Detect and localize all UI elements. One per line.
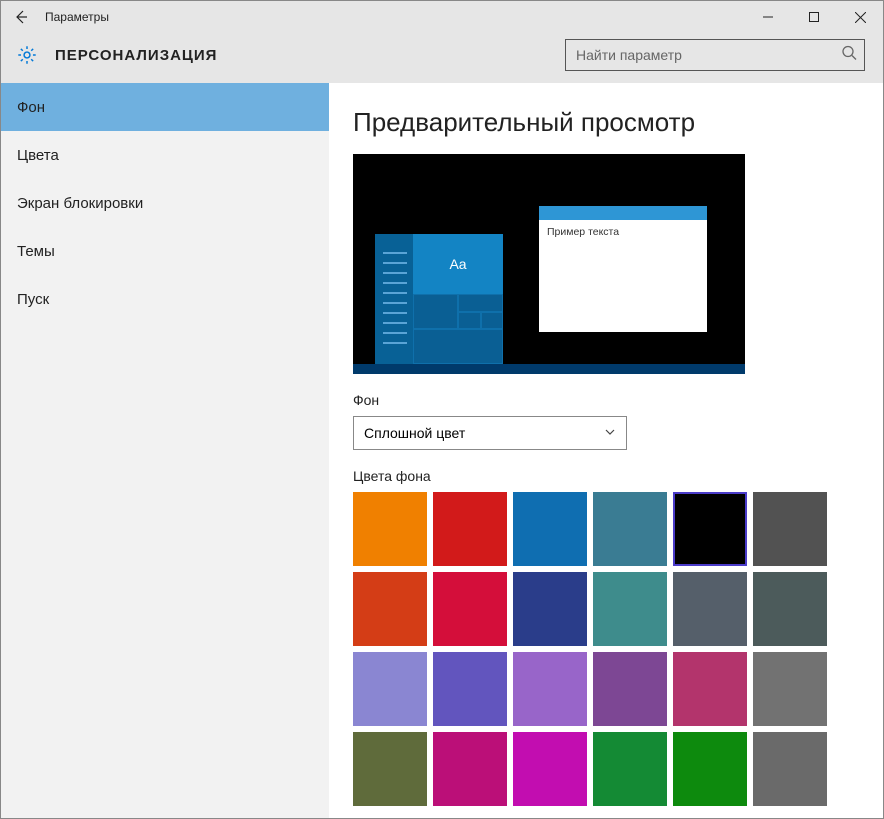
titlebar: Параметры [1,1,883,33]
color-swatch-17[interactable] [753,652,827,726]
back-button[interactable] [11,7,31,27]
sidebar-item-2[interactable]: Экран блокировки [1,179,329,227]
color-swatch-19[interactable] [433,732,507,806]
color-swatch-16[interactable] [673,652,747,726]
header: ПЕРСОНАЛИЗАЦИЯ [1,33,883,83]
color-grid [353,492,865,806]
minimize-button[interactable] [745,1,791,33]
color-swatch-14[interactable] [513,652,587,726]
page-title: ПЕРСОНАЛИЗАЦИЯ [55,47,217,64]
background-dropdown-value: Сплошной цвет [364,425,465,441]
gear-icon [15,43,39,67]
color-swatch-7[interactable] [433,572,507,646]
sidebar: ФонЦветаЭкран блокировкиТемыПуск [1,83,329,818]
colors-label: Цвета фона [353,468,865,484]
sidebar-item-3[interactable]: Темы [1,227,329,275]
sidebar-item-4[interactable]: Пуск [1,275,329,323]
preview-heading: Предварительный просмотр [353,107,865,138]
color-swatch-6[interactable] [353,572,427,646]
background-dropdown[interactable]: Сплошной цвет [353,416,627,450]
color-swatch-8[interactable] [513,572,587,646]
color-swatch-11[interactable] [753,572,827,646]
content-area: Предварительный просмотр Aa Пример текст… [329,83,883,818]
chevron-down-icon [604,425,616,441]
sidebar-item-1[interactable]: Цвета [1,131,329,179]
color-swatch-18[interactable] [353,732,427,806]
preview-tile-aa: Aa [413,234,503,294]
color-swatch-5[interactable] [753,492,827,566]
preview-sample-window: Пример текста [539,206,707,332]
color-swatch-13[interactable] [433,652,507,726]
color-swatch-4[interactable] [673,492,747,566]
search-input[interactable] [565,39,865,71]
color-swatch-20[interactable] [513,732,587,806]
color-swatch-23[interactable] [753,732,827,806]
color-swatch-21[interactable] [593,732,667,806]
color-swatch-0[interactable] [353,492,427,566]
color-swatch-15[interactable] [593,652,667,726]
color-swatch-22[interactable] [673,732,747,806]
color-swatch-12[interactable] [353,652,427,726]
color-swatch-1[interactable] [433,492,507,566]
background-label: Фон [353,392,865,408]
desktop-preview: Aa Пример текста [353,154,745,374]
window-title: Параметры [45,10,109,24]
close-button[interactable] [837,1,883,33]
color-swatch-2[interactable] [513,492,587,566]
preview-sample-text: Пример текста [539,220,707,244]
maximize-button[interactable] [791,1,837,33]
settings-window: Параметры ПЕРСОНАЛИЗАЦИЯ [0,0,884,819]
search-icon [841,45,857,66]
color-swatch-3[interactable] [593,492,667,566]
color-swatch-10[interactable] [673,572,747,646]
sidebar-item-0[interactable]: Фон [1,83,329,131]
color-swatch-9[interactable] [593,572,667,646]
